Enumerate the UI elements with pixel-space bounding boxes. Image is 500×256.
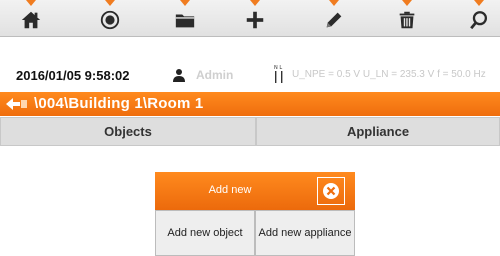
status-bar: 2016/01/05 9:58:02 Admin N L U_NPE = 0.5…: [0, 62, 500, 88]
user-name: Admin: [196, 68, 234, 82]
folder-icon: [175, 14, 195, 28]
search-icon: [470, 11, 488, 30]
measure-button[interactable]: [97, 7, 123, 33]
svg-text:N L: N L: [274, 65, 282, 71]
structure-icon: [6, 98, 27, 110]
datetime: 2016/01/05 9:58:02: [16, 68, 130, 83]
add-new-appliance-button[interactable]: Add new appliance: [255, 210, 355, 256]
close-icon: [323, 183, 339, 199]
home-button[interactable]: [18, 7, 44, 33]
button-label: Add new object: [167, 226, 243, 239]
toolbar-marker: [250, 0, 260, 6]
tab-appliance[interactable]: Appliance: [256, 117, 500, 146]
measurement-readout: U_NPE = 0.5 V U_LN = 235.3 V f = 50.0 Hz: [292, 69, 486, 80]
toolbar-marker: [329, 0, 339, 6]
add-icon: [246, 11, 264, 29]
close-button[interactable]: [317, 177, 345, 205]
breadcrumb-path: \004\Building 1\Room 1: [34, 95, 204, 112]
tab-bar: Objects Appliance: [0, 117, 500, 146]
nl-terminal-icon: N L: [274, 65, 283, 83]
search-button[interactable]: [466, 7, 492, 33]
toolbar-marker: [26, 0, 36, 6]
toolbar-marker: [402, 0, 412, 6]
toolbar-marker: [105, 0, 115, 6]
folder-button[interactable]: [172, 7, 198, 33]
edit-icon: [326, 12, 342, 28]
measure-icon: [100, 10, 120, 30]
tab-label: Appliance: [346, 124, 410, 139]
dialog-title: Add new: [208, 184, 252, 196]
toolbar-marker: [180, 0, 190, 6]
user-icon: [173, 69, 185, 82]
dialog-header: Add new: [155, 172, 355, 210]
path-bar: \004\Building 1\Room 1: [0, 92, 500, 116]
button-label: Add new appliance: [258, 226, 352, 239]
delete-icon: [399, 11, 415, 29]
add-button[interactable]: [242, 7, 268, 33]
main-toolbar: [0, 0, 500, 37]
delete-button[interactable]: [394, 7, 420, 33]
add-new-dialog: Add new Add new object Add new appliance: [155, 172, 355, 256]
edit-button[interactable]: [321, 7, 347, 33]
tab-label: Objects: [104, 124, 152, 139]
add-new-object-button[interactable]: Add new object: [155, 210, 255, 256]
home-icon: [21, 11, 41, 29]
tab-objects[interactable]: Objects: [0, 117, 256, 146]
toolbar-marker: [474, 0, 484, 6]
